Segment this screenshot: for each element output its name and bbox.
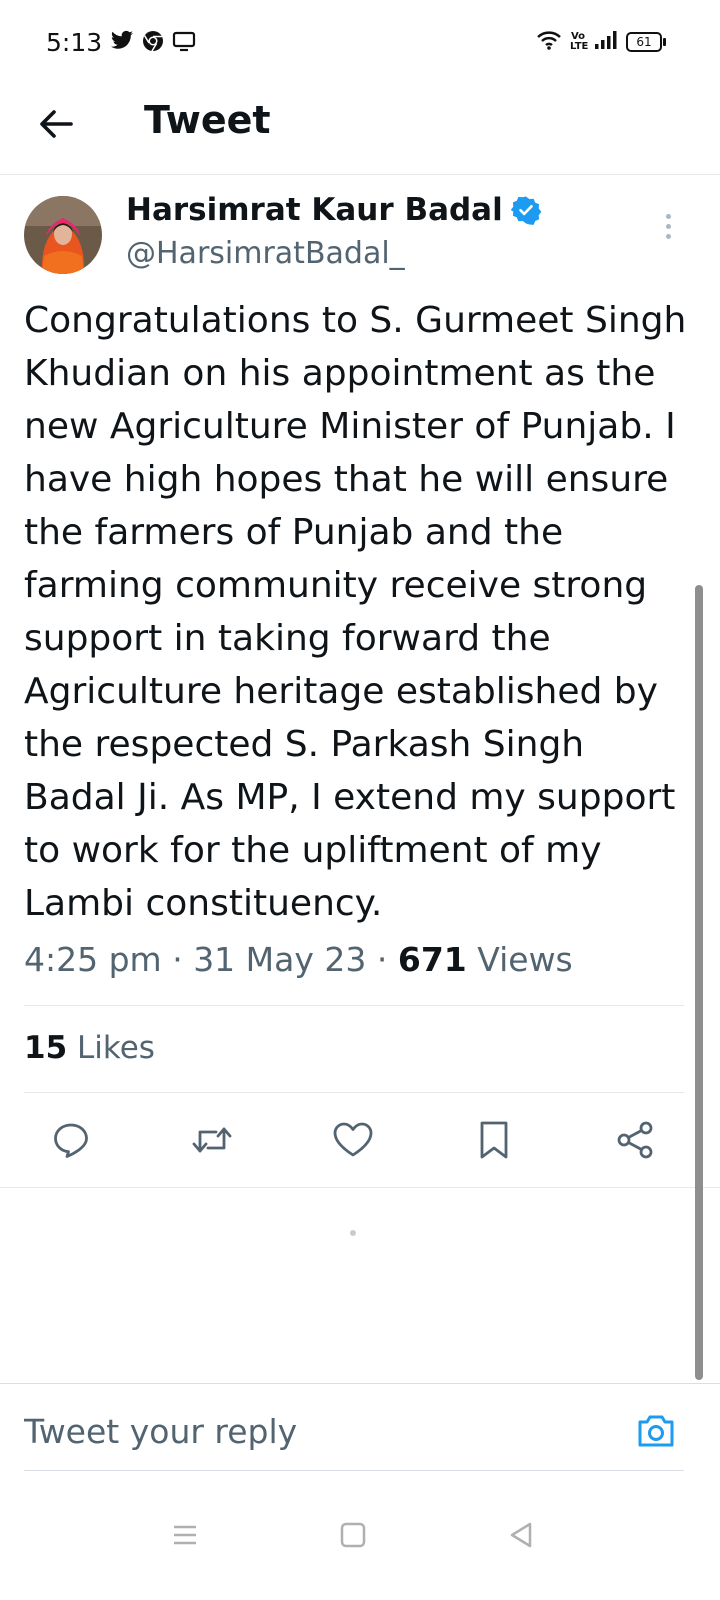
home-button[interactable] [328,1510,378,1560]
more-vertical-icon [665,214,671,219]
divider [24,1092,684,1093]
twitter-icon [110,30,134,56]
loading-indicator [350,1230,356,1236]
reply-button[interactable] [43,1112,99,1168]
tweet-actions [0,1112,720,1184]
status-bar: 5:13 Vo LTE 61 [0,0,720,88]
views-label: Views [477,940,573,979]
tweet-text: Congratulations to S. Gurmeet Singh Khud… [24,300,687,924]
author-name-text: Harsimrat Kaur Badal [126,192,503,228]
battery-icon: 61 [626,32,666,52]
divider [24,1470,684,1471]
likes-label: Likes [77,1030,155,1066]
status-time: 5:13 [46,28,103,57]
share-button[interactable] [607,1112,663,1168]
notification-icons [110,30,196,56]
heart-icon [333,1122,373,1157]
likes-count: 15 [24,1030,68,1066]
bookmark-icon [480,1121,508,1159]
author-name[interactable]: Harsimrat Kaur Badal [126,192,541,228]
signal-icon [594,30,618,54]
bookmark-button[interactable] [466,1112,522,1168]
app-header: Tweet [0,88,720,175]
like-button[interactable] [325,1112,381,1168]
tweet-time[interactable]: 4:25 pm [24,940,162,979]
retweet-icon [192,1127,232,1153]
camera-button[interactable] [636,1412,680,1456]
system-navigation-bar [0,1490,720,1600]
author-handle[interactable]: @HarsimratBadal_ [126,236,405,271]
scrollbar[interactable] [695,585,703,1380]
share-icon [617,1121,653,1159]
system-back-button[interactable] [496,1510,546,1560]
views-count: 671 [397,940,467,979]
screen-cast-icon [172,30,196,56]
arrow-left-icon [40,110,73,138]
tweet-meta: 4:25 pm · 31 May 23 · 671 Views [24,940,573,979]
tweet-date[interactable]: 31 May 23 [193,940,366,979]
retweet-button[interactable] [184,1112,240,1168]
back-button[interactable] [34,102,78,146]
verified-badge-icon [510,196,541,225]
reply-input[interactable] [24,1412,604,1451]
triangle-back-icon [510,1522,532,1548]
system-icons: Vo LTE 61 [536,30,666,54]
likes-stat[interactable]: 15 Likes [24,1030,155,1066]
more-options-button[interactable] [658,214,678,244]
square-icon [340,1522,366,1548]
recent-apps-button[interactable] [160,1510,210,1560]
divider [0,1187,720,1188]
reply-icon [54,1123,88,1158]
avatar[interactable] [24,196,102,274]
wifi-icon [536,30,562,54]
chrome-icon [142,30,164,56]
page-title: Tweet [144,98,271,142]
menu-icon [174,1525,196,1545]
camera-icon [638,1415,674,1447]
volte-icon: Vo LTE [570,31,589,52]
reply-composer [0,1383,720,1474]
divider [24,1005,684,1006]
